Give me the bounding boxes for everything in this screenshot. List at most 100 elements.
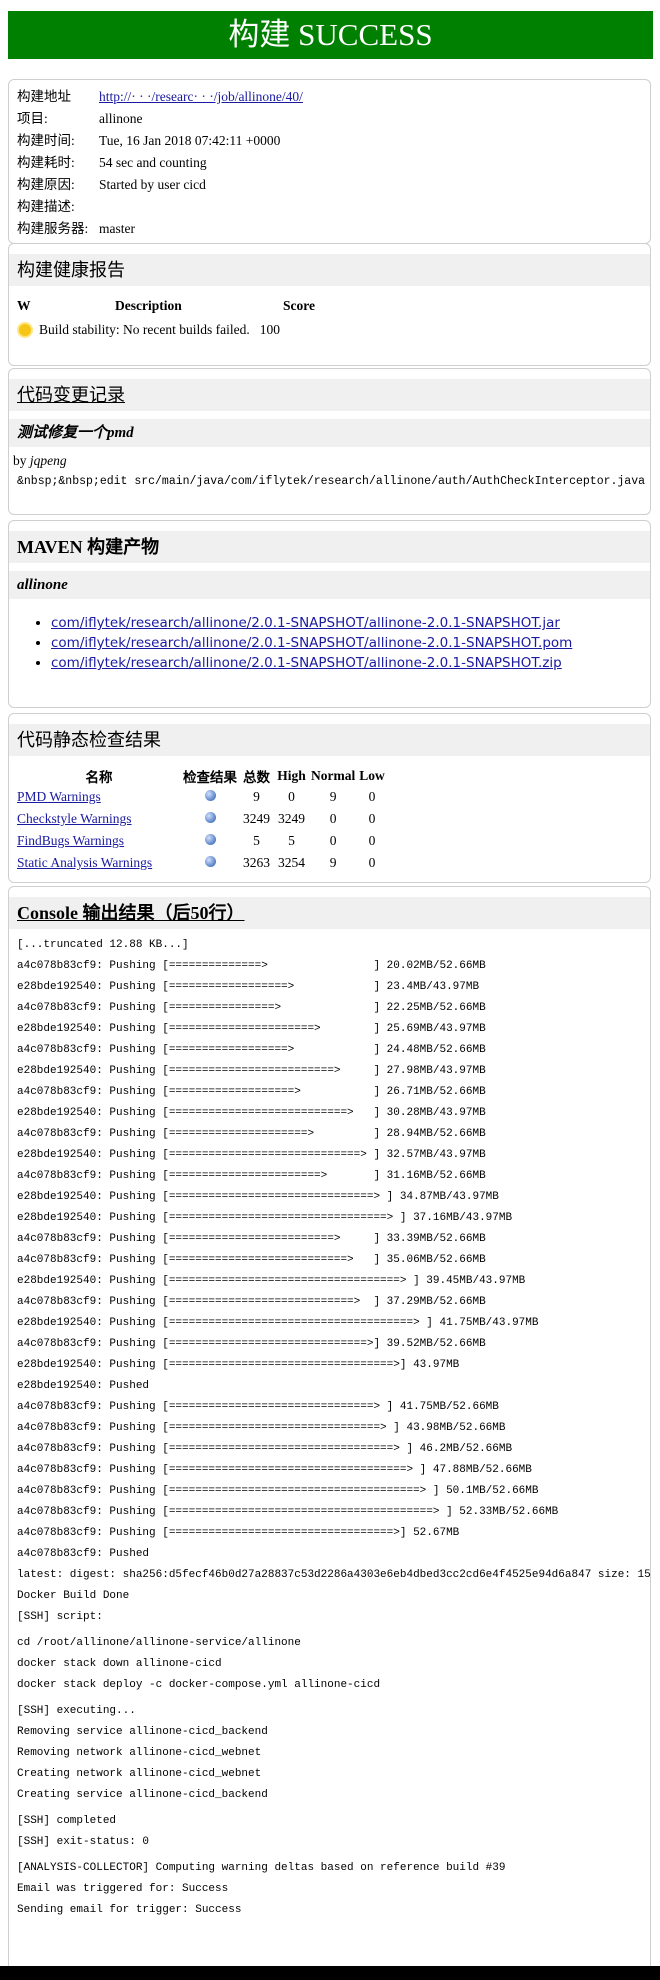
high-cell: 0 — [288, 789, 295, 804]
health-col-w: W — [17, 298, 31, 313]
build-server-row: 构建服务器: master — [9, 218, 650, 240]
result-cell — [181, 808, 239, 830]
log-line: Removing network allinone-cicd_webnet — [17, 1747, 262, 1759]
health-report-panel: 构建健康报告 W Description Score Build stabili… — [8, 243, 651, 366]
sun-icon — [19, 324, 31, 336]
build-duration-value: 54 sec and counting — [99, 155, 207, 170]
build-duration-label: 构建耗时: — [17, 155, 75, 170]
maven-title: MAVEN 构建产物 — [9, 531, 650, 563]
total-cell: 3249 — [243, 811, 270, 826]
build-server-label: 构建服务器: — [17, 221, 89, 236]
build-cause-label: 构建原因: — [17, 177, 75, 192]
build-url-label: 构建地址 — [17, 89, 71, 104]
console-header: Console 输出结果（后50行） — [9, 897, 650, 929]
log-line: [SSH] executing... — [17, 1705, 136, 1717]
status-ball-icon — [204, 856, 216, 867]
high-cell: 3254 — [278, 855, 305, 870]
artifact-jar-link[interactable]: com/iflytek/research/allinone/2.0.1-SNAP… — [51, 615, 560, 631]
name-cell: Static Analysis Warnings — [17, 852, 181, 874]
result-cell — [181, 852, 239, 874]
build-url-link[interactable]: http://· · ·/researc· · ·/job/allinone/4… — [99, 86, 303, 108]
low-cell: 0 — [368, 855, 376, 870]
log-line: a4c078b83cf9: Pushing [=================… — [17, 1401, 499, 1413]
static-analysis-table: 名称 检查结果 总数 High Normal Low PMD Warnings … — [17, 766, 387, 874]
log-line: e28bde192540: Pushing [=================… — [17, 1065, 486, 1077]
page-title: 构建 SUCCESS — [228, 17, 433, 52]
high-cell: 5 — [288, 833, 295, 848]
log-line: docker stack down allinone-cicd — [17, 1658, 222, 1670]
status-ball-icon — [204, 790, 216, 801]
table-row: FindBugs Warnings 5 5 0 0 — [17, 830, 387, 852]
col-total: 总数 — [243, 770, 270, 785]
total-cell: 3263 — [243, 855, 270, 870]
health-score: 100 — [259, 322, 280, 337]
log-line: a4c078b83cf9: Pushing [=================… — [17, 1338, 486, 1350]
log-line: a4c078b83cf9: Pushing [=================… — [17, 1296, 486, 1308]
build-server-value: master — [99, 221, 135, 236]
log-line: a4c078b83cf9: Pushing [=================… — [17, 1506, 559, 1518]
table-row: Checkstyle Warnings 3249 3249 0 0 — [17, 808, 387, 830]
health-col-score: Score — [283, 298, 315, 313]
build-cause-row: 构建原因: Started by user cicd — [9, 174, 650, 196]
log-line: Creating service allinone-cicd_backend — [17, 1789, 268, 1801]
log-line: [SSH] script: — [17, 1611, 103, 1623]
static-analysis-warnings-link[interactable]: Static Analysis Warnings — [17, 855, 152, 870]
normal-cell: 9 — [329, 789, 337, 804]
maven-module-name: allinone — [9, 571, 650, 599]
log-line: a4c078b83cf9: Pushing [==============> ]… — [17, 960, 486, 972]
commit-author-line: by jqpeng — [9, 453, 650, 469]
bottom-bar — [0, 1966, 660, 1980]
static-analysis-panel: 代码静态检查结果 名称 检查结果 总数 High Normal Low PMD … — [8, 713, 651, 883]
col-low: Low — [359, 768, 385, 783]
log-line: a4c078b83cf9: Pushing [=================… — [17, 1128, 486, 1140]
log-line: Creating network allinone-cicd_webnet — [17, 1768, 262, 1780]
log-line: latest: digest: sha256:d5fecf46b0d27a288… — [17, 1569, 651, 1581]
log-line: e28bde192540: Pushing [=================… — [17, 981, 480, 993]
log-line: a4c078b83cf9: Pushing [=================… — [17, 1086, 486, 1098]
log-line: [SSH] completed — [17, 1815, 117, 1827]
console-title-link[interactable]: Console 输出结果（后50行） — [17, 903, 245, 923]
build-time-row: 构建时间: Tue, 16 Jan 2018 07:42:11 +0000 — [9, 130, 650, 152]
name-cell: FindBugs Warnings — [17, 830, 181, 852]
table-row: Static Analysis Warnings 3263 3254 9 0 — [17, 852, 387, 874]
log-line: a4c078b83cf9: Pushing [=================… — [17, 1443, 513, 1455]
normal-cell: 0 — [329, 811, 337, 826]
commit-edit-line: &nbsp;&nbsp;edit src/main/java/com/iflyt… — [17, 475, 646, 488]
artifact-list: com/iflytek/research/allinone/2.0.1-SNAP… — [9, 613, 650, 673]
status-ball-icon — [204, 812, 216, 823]
build-time-label: 构建时间: — [17, 133, 75, 148]
name-cell: PMD Warnings — [17, 786, 181, 808]
low-cell: 0 — [368, 789, 376, 804]
high-cell: 3249 — [278, 811, 305, 826]
name-cell: Checkstyle Warnings — [17, 808, 181, 830]
by-prefix: by — [13, 453, 30, 468]
changes-title-link[interactable]: 代码变更记录 — [17, 385, 125, 405]
log-line: a4c078b83cf9: Pushing [=================… — [17, 1464, 532, 1476]
col-high: High — [277, 768, 306, 783]
log-line: [ANALYSIS-COLLECTOR] Computing warning d… — [17, 1862, 506, 1874]
artifact-pom-link[interactable]: com/iflytek/research/allinone/2.0.1-SNAP… — [51, 635, 572, 651]
static-analysis-title: 代码静态检查结果 — [9, 724, 650, 756]
project-label: 项目: — [17, 111, 48, 126]
pmd-warnings-link[interactable]: PMD Warnings — [17, 789, 101, 804]
checkstyle-warnings-link[interactable]: Checkstyle Warnings — [17, 811, 132, 826]
artifact-zip-link[interactable]: com/iflytek/research/allinone/2.0.1-SNAP… — [51, 655, 562, 671]
table-row: PMD Warnings 9 0 9 0 — [17, 786, 387, 808]
log-line: Removing service allinone-cicd_backend — [17, 1726, 268, 1738]
log-line: [SSH] exit-status: 0 — [17, 1836, 150, 1848]
build-description-row: 构建描述: — [9, 196, 650, 218]
log-line: e28bde192540: Pushing [=================… — [17, 1317, 539, 1329]
log-line: e28bde192540: Pushing [=================… — [17, 1149, 486, 1161]
findbugs-warnings-link[interactable]: FindBugs Warnings — [17, 833, 124, 848]
maven-artifacts-panel: MAVEN 构建产物 allinone com/iflytek/research… — [8, 520, 651, 708]
commit-title: 测试修复一个pmd — [9, 419, 650, 447]
build-cause-value: Started by user cicd — [99, 177, 206, 192]
health-description: Build stability: No recent builds failed… — [39, 322, 250, 337]
log-line: e28bde192540: Pushed — [17, 1380, 150, 1392]
console-output-panel: Console 输出结果（后50行） [...truncated 12.88 K… — [8, 886, 651, 1974]
normal-cell: 9 — [329, 855, 337, 870]
build-status-banner: 构建 SUCCESS — [8, 11, 653, 59]
log-line: e28bde192540: Pushing [=================… — [17, 1023, 486, 1035]
low-cell: 0 — [368, 833, 376, 848]
result-cell — [181, 786, 239, 808]
